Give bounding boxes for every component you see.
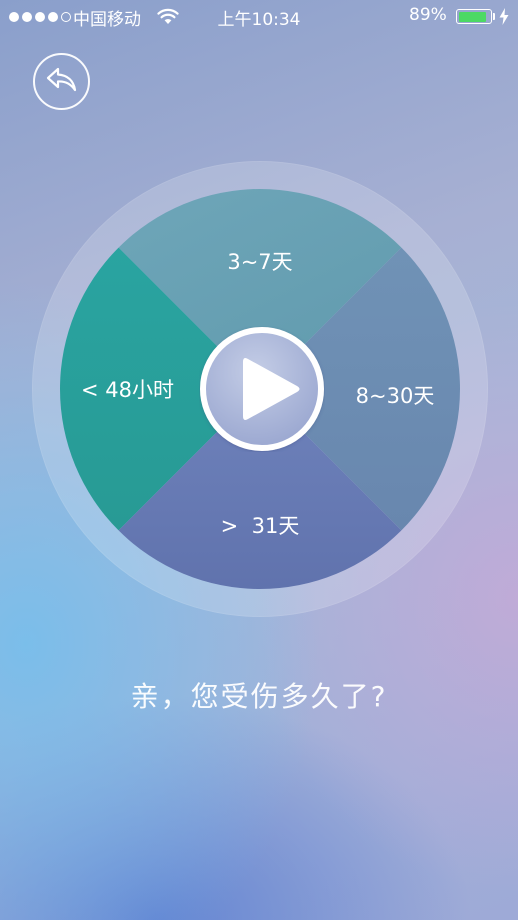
charging-bolt-icon xyxy=(499,8,509,30)
question-prompt: 亲，您受伤多久了? xyxy=(130,680,388,713)
battery-cap xyxy=(493,13,495,20)
back-arrow-icon xyxy=(45,65,79,99)
segment-label-left[interactable]: < 48小时 xyxy=(70,374,185,404)
segment-label-top[interactable]: 3~7天 xyxy=(190,246,330,276)
battery-percent: 89% xyxy=(409,5,447,25)
segment-label-bottom[interactable]: > 31天 xyxy=(200,510,320,540)
battery-icon xyxy=(456,9,492,24)
play-button[interactable] xyxy=(199,326,325,452)
segment-label-right[interactable]: 8~30天 xyxy=(340,380,450,410)
status-bar: 中国移动 上午10:34 89% xyxy=(0,0,518,34)
back-button[interactable] xyxy=(33,53,90,110)
battery-fill xyxy=(458,11,487,22)
